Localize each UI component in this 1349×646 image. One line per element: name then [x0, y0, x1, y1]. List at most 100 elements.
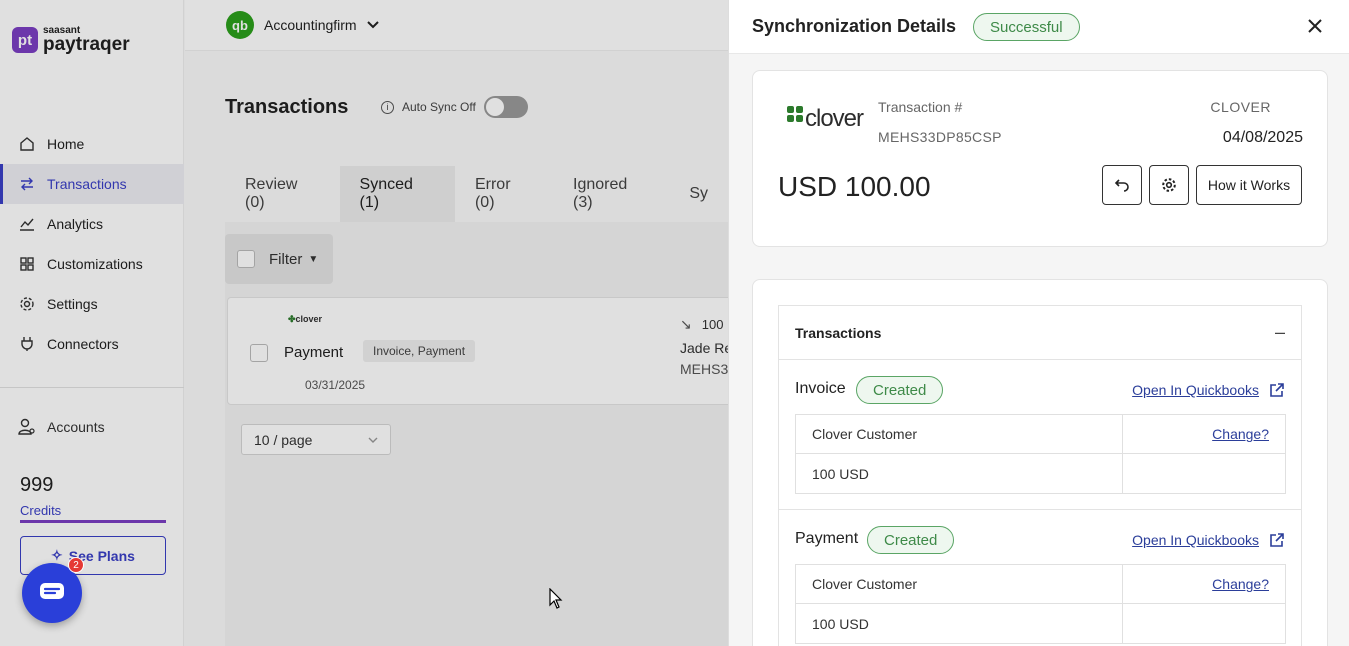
row-id: MEHS3	[680, 361, 728, 377]
company-name: Accountingfirm	[264, 17, 357, 33]
row-checkbox[interactable]	[250, 344, 268, 362]
auto-sync-label: Auto Sync Off	[402, 100, 476, 114]
invoice-block: Invoice Created Open In Quickbooks Clove…	[779, 360, 1301, 510]
transaction-date: 04/08/2025	[1222, 129, 1303, 146]
per-page-select[interactable]: 10 / page	[241, 424, 391, 455]
gear-icon	[18, 295, 36, 313]
change-cell: Change?	[1123, 565, 1285, 603]
quickbooks-icon: qb	[226, 11, 254, 39]
clover-logo-text: clover	[805, 105, 864, 132]
logo-text: saasant paytraqer	[43, 26, 130, 55]
transactions-card: Transactions – Invoice Created Open In Q…	[752, 279, 1328, 646]
top-bar: qb Accountingfirm	[185, 0, 728, 51]
external-link-icon	[1270, 383, 1284, 397]
transactions-section: Transactions – Invoice Created Open In Q…	[778, 305, 1302, 646]
undo-icon	[1114, 179, 1129, 192]
section-header[interactable]: Transactions –	[779, 306, 1301, 360]
tab-synced[interactable]: Synced (1)	[339, 166, 455, 222]
close-icon	[1308, 19, 1322, 33]
sidebar-item-customizations[interactable]: Customizations	[0, 244, 184, 284]
settings-button[interactable]	[1149, 165, 1189, 205]
collapse-icon[interactable]: –	[1275, 322, 1285, 343]
caret-down-icon: ▼	[308, 253, 319, 265]
block-title: Payment	[795, 530, 859, 547]
amount-cell: 100 USD	[796, 454, 1123, 493]
transaction-number-label: Transaction #	[878, 99, 963, 115]
sidebar-item-label: Connectors	[47, 336, 119, 352]
sidebar-item-label: Transactions	[47, 176, 127, 192]
table-row: Clover Customer Change?	[796, 415, 1285, 454]
clover-leaf-icon	[787, 106, 803, 122]
main-area: qb Accountingfirm Transactions i Auto Sy…	[185, 0, 728, 646]
change-link[interactable]: Change?	[1212, 576, 1269, 592]
sidebar-item-label: Home	[47, 136, 85, 152]
company-selector[interactable]: qb Accountingfirm	[226, 11, 379, 39]
arrow-down-right-icon: ↘	[680, 316, 692, 332]
row-logo-text: clover	[295, 314, 323, 324]
how-it-works-button[interactable]: How it Works	[1196, 165, 1302, 205]
undo-button[interactable]	[1102, 165, 1142, 205]
info-icon[interactable]: i	[381, 100, 394, 114]
empty-cell	[1123, 604, 1285, 643]
tab-review[interactable]: Review (0)	[225, 166, 340, 222]
open-in-quickbooks-link[interactable]: Open In Quickbooks	[1132, 382, 1285, 398]
table-row: 100 USD	[796, 454, 1285, 493]
sidebar-item-transactions[interactable]: Transactions	[0, 164, 184, 204]
close-button[interactable]	[1307, 14, 1323, 40]
per-page-value: 10 / page	[254, 431, 313, 448]
change-cell: Change?	[1123, 415, 1285, 453]
tab-bar: Review (0) Synced (1) Error (0) Ignored …	[225, 166, 728, 222]
sidebar-divider	[0, 387, 184, 388]
row-amount: ↘ 100	[680, 316, 723, 333]
logo-big-text: paytraqer	[43, 34, 130, 55]
transaction-summary-card: clover Transaction # MEHS33DP85CSP CLOVE…	[752, 70, 1328, 247]
filter-button[interactable]: Filter ▼	[225, 234, 333, 284]
auto-sync: i Auto Sync Off	[381, 96, 528, 118]
transactions-content: Filter ▼ ✤clover Payment Invoice, Paymen…	[225, 222, 728, 646]
sidebar-item-accounts[interactable]: Accounts	[18, 418, 105, 436]
sidebar-item-label: Analytics	[47, 216, 104, 232]
grid-icon	[18, 255, 36, 273]
open-in-quickbooks-label: Open In Quickbooks	[1132, 382, 1259, 398]
app-logo[interactable]: pt saasant paytraqer	[12, 26, 130, 54]
auto-sync-toggle[interactable]	[483, 96, 528, 118]
app-background: pt saasant paytraqer Home Transactions A…	[0, 0, 728, 646]
row-amount-value: 100	[701, 317, 724, 332]
plug-icon	[18, 335, 36, 353]
sidebar-item-label: Customizations	[47, 256, 143, 272]
sidebar-item-connectors[interactable]: Connectors	[0, 324, 184, 364]
panel-header: Synchronization Details Successful	[729, 0, 1349, 54]
payment-block: Payment Created Open In Quickbooks Clove…	[779, 510, 1301, 646]
customer-cell: Clover Customer	[796, 565, 1123, 603]
chevron-down-icon	[368, 437, 378, 443]
chat-badge: 2	[68, 557, 84, 573]
open-in-quickbooks-link[interactable]: Open In Quickbooks	[1132, 532, 1285, 548]
transaction-amount: USD 100.00	[778, 171, 931, 202]
select-all-checkbox[interactable]	[237, 250, 255, 268]
chart-icon	[18, 215, 36, 233]
panel-title: Synchronization Details	[752, 16, 957, 36]
mouse-cursor-icon	[549, 588, 563, 609]
clover-logo: ✤clover	[288, 314, 323, 324]
section-title: Transactions	[795, 324, 882, 341]
change-link[interactable]: Change?	[1212, 426, 1269, 442]
tab-ignored[interactable]: Ignored (3)	[553, 166, 669, 222]
block-title: Invoice	[795, 380, 846, 397]
filter-label: Filter	[269, 250, 303, 268]
sidebar-item-analytics[interactable]: Analytics	[0, 204, 184, 244]
sidebar-item-home[interactable]: Home	[0, 124, 184, 164]
sidebar-item-settings[interactable]: Settings	[0, 284, 184, 324]
tab-synced-more[interactable]: Sy	[669, 166, 728, 222]
table-row: Clover Customer Change?	[796, 565, 1285, 604]
empty-cell	[1123, 454, 1285, 493]
row-customer: Jade Re	[680, 340, 728, 356]
chat-icon	[40, 583, 64, 599]
table-row[interactable]: ✤clover Payment Invoice, Payment 03/31/2…	[227, 297, 728, 405]
credits-label: Credits	[20, 503, 62, 518]
row-type: Payment	[284, 344, 344, 361]
customer-cell: Clover Customer	[796, 415, 1123, 453]
row-tag: Invoice, Payment	[363, 340, 476, 362]
tab-error[interactable]: Error (0)	[455, 166, 553, 222]
amount-cell: 100 USD	[796, 604, 1123, 643]
logo-badge: pt	[12, 27, 38, 53]
